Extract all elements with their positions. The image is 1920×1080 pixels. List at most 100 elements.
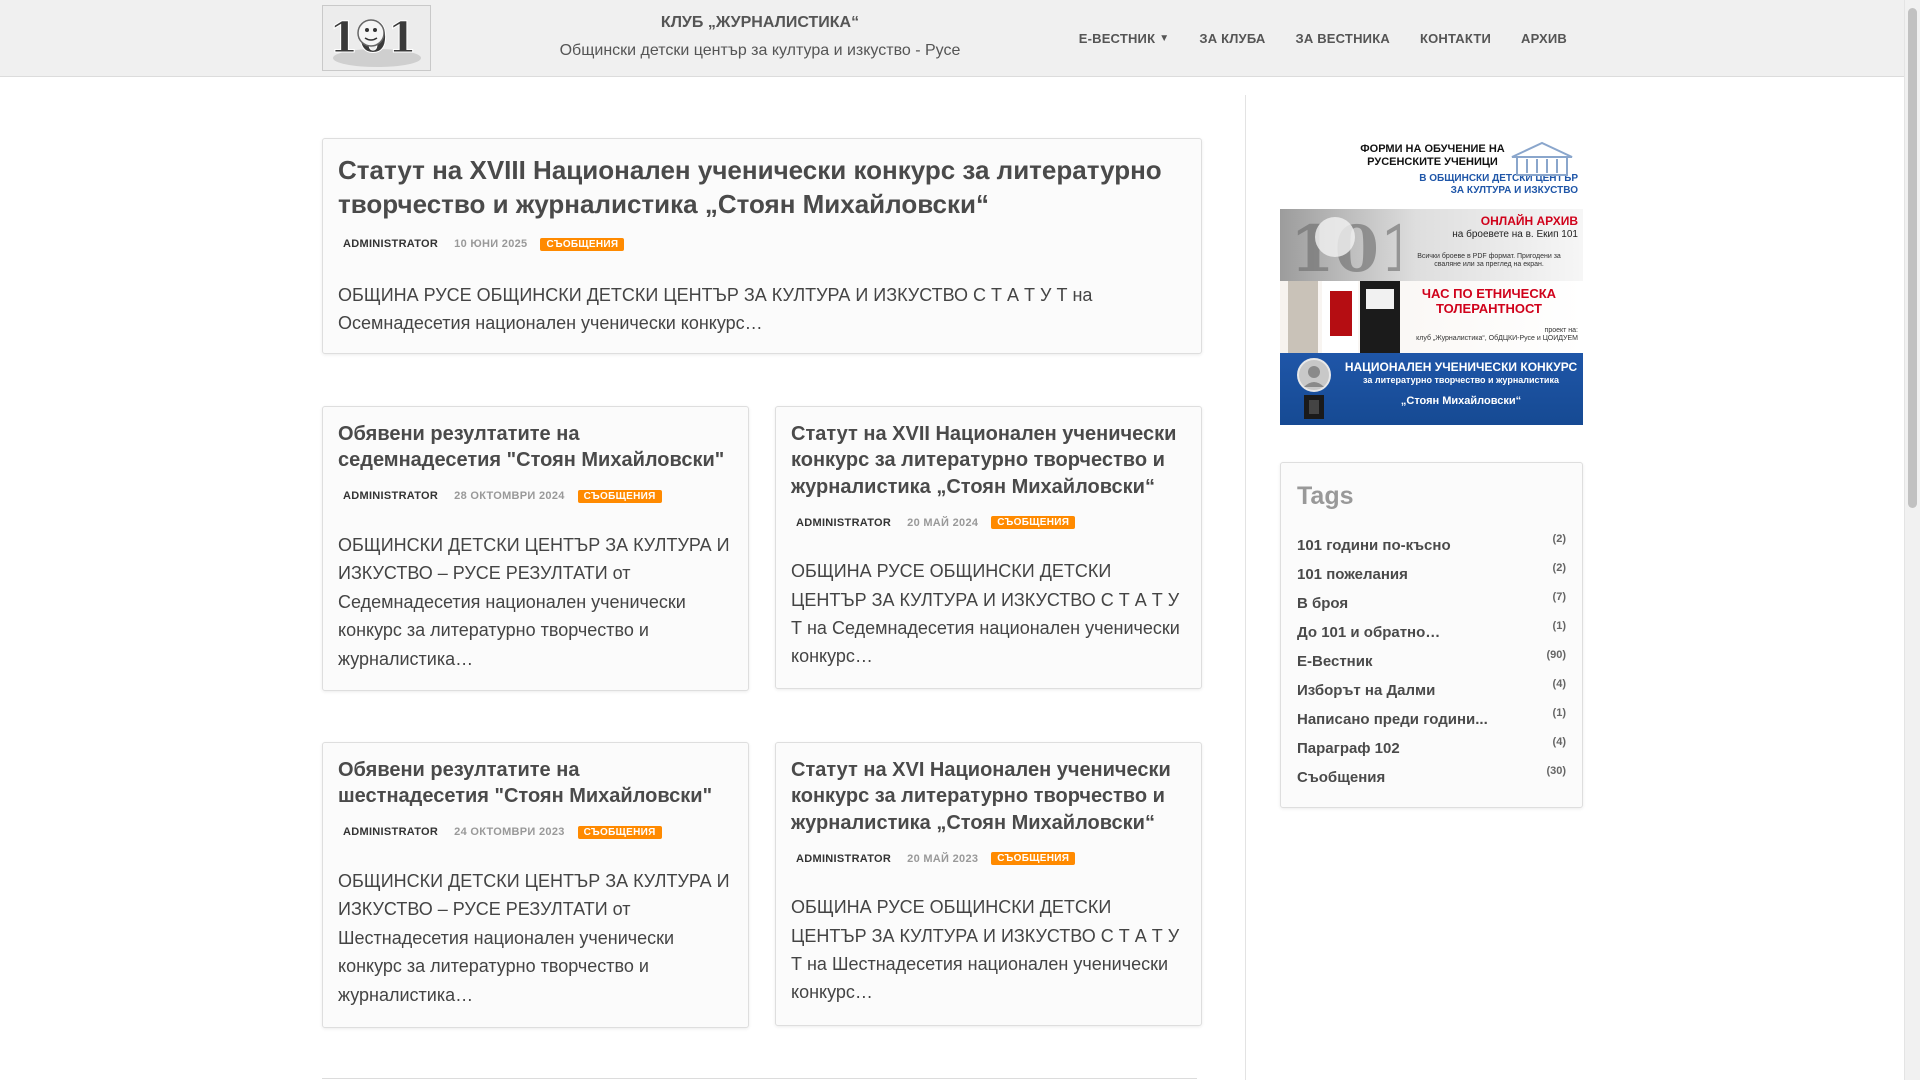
- banner-line: РУСЕНСКИТЕ УЧЕНИЦИ: [1367, 155, 1498, 168]
- banner-line: ЧАС ПО ЕТНИЧЕСКА: [1421, 286, 1557, 301]
- tag-link[interactable]: 101 години по-късно: [1297, 537, 1451, 554]
- tag-link[interactable]: Съобщения: [1297, 769, 1385, 786]
- category-badge[interactable]: СЪОБЩЕНИЯ: [540, 237, 625, 251]
- banner-line: ОНЛАЙН АРХИВ: [1480, 214, 1578, 228]
- category-badge[interactable]: СЪОБЩЕНИЯ: [991, 516, 1076, 530]
- post-date: 24 ОКТОМВРИ 2023: [454, 826, 565, 839]
- category-badge[interactable]: СЪОБЩЕНИЯ: [577, 825, 662, 839]
- tag-link[interactable]: До 101 и обратно…: [1297, 624, 1440, 641]
- post-author[interactable]: ADMINISTRATOR: [343, 490, 438, 502]
- tag-count: (90): [1546, 649, 1566, 661]
- post-card: Обявени резултатите на седемнадесетия "С…: [322, 406, 749, 691]
- banner-line: Всички броеве в PDF формат. Пригодени за: [1417, 253, 1561, 260]
- post-author[interactable]: ADMINISTRATOR: [343, 826, 438, 838]
- tag-row[interactable]: Изборът на Далми (4): [1297, 678, 1566, 711]
- site-header: 101 КЛУБ „ЖУРНАЛИСТИКА“ Общински детски …: [0, 0, 1905, 77]
- tag-row[interactable]: 101 години по-късно (2): [1297, 533, 1566, 566]
- banner-line: „Стоян Михайловски“: [1400, 395, 1522, 408]
- tag-count: (30): [1546, 765, 1566, 777]
- tag-count: (2): [1552, 562, 1566, 574]
- tag-row[interactable]: Съобщения (30): [1297, 765, 1566, 798]
- post-meta: ADMINISTRATOR 28 ОКТОМВРИ 2024 СЪОБЩЕНИЯ: [343, 489, 733, 503]
- nav-item-contacts[interactable]: КОНТАКТИ: [1420, 31, 1491, 46]
- post-date: 20 МАЙ 2023: [907, 852, 979, 865]
- banner-line: сваляне или за преглед на екран.: [1434, 261, 1544, 269]
- banner-line: ЗА КУЛТУРА И ИЗКУСТВО: [1450, 184, 1578, 196]
- post-author[interactable]: ADMINISTRATOR: [796, 517, 891, 529]
- tag-link[interactable]: Изборът на Далми: [1297, 682, 1435, 699]
- nav-item-e-vestnik[interactable]: Е-ВЕСТНИК ▼: [1079, 31, 1170, 46]
- tag-count: (4): [1552, 736, 1566, 748]
- banner-online-archive[interactable]: 101 ОНЛАЙН АРХИВ на броевете на в. Екип …: [1280, 209, 1583, 281]
- banner-line: клуб „Журналистика“, ОбДЦКИ-Русе и ЦОИДУ…: [1416, 335, 1578, 343]
- post-meta: ADMINISTRATOR 24 ОКТОМВРИ 2023 СЪОБЩЕНИЯ: [343, 825, 733, 839]
- site-title[interactable]: КЛУБ „ЖУРНАЛИСТИКА“: [540, 14, 980, 32]
- scrollbar-thumb[interactable]: [1908, 8, 1917, 508]
- banner-line: ТОЛЕРАНТНОСТ: [1436, 300, 1542, 316]
- tag-count: (2): [1552, 533, 1566, 545]
- site-logo[interactable]: 101: [322, 5, 431, 71]
- tag-link[interactable]: Написано преди години...: [1297, 711, 1488, 728]
- nav-item-about-club[interactable]: ЗА КЛУБА: [1199, 31, 1265, 46]
- tags-title: Tags: [1297, 482, 1354, 510]
- tag-row[interactable]: До 101 и обратно… (1): [1297, 620, 1566, 653]
- post-meta: ADMINISTRATOR 20 МАЙ 2024 СЪОБЩЕНИЯ: [796, 516, 1186, 530]
- tag-row[interactable]: Написано преди години... (1): [1297, 707, 1566, 740]
- banner-line: проект на:: [1544, 327, 1578, 334]
- nav-label: Е-ВЕСТНИК: [1078, 30, 1156, 46]
- post-excerpt: ОБЩИНА РУСЕ ОБЩИНСКИ ДЕТСКИ ЦЕНТЪР ЗА КУ…: [791, 897, 1180, 1003]
- post-meta: ADMINISTRATOR 20 МАЙ 2023 СЪОБЩЕНИЯ: [796, 852, 1186, 866]
- banner-ethnic-tolerance[interactable]: ЧАС ПО ЕТНИЧЕСКА ТОЛЕРАНТНОСТ проект на:…: [1280, 281, 1583, 353]
- post-card: Обявени резултатите на шестнадесетия "Ст…: [322, 742, 749, 1028]
- post-date: 20 МАЙ 2024: [907, 516, 979, 529]
- post-title[interactable]: Статут на XVIII Национален ученически ко…: [338, 153, 1186, 222]
- banner-national-contest[interactable]: НАЦИОНАЛЕН УЧЕНИЧЕСКИ КОНКУРС за литерат…: [1280, 353, 1583, 425]
- folk-costume-image: [1288, 281, 1400, 353]
- tag-list: 101 години по-късно (2) 101 пожелания (2) В …: [1297, 533, 1566, 798]
- building-icon: [1511, 141, 1573, 176]
- tag-row[interactable]: 101 пожелания (2): [1297, 562, 1566, 595]
- post-title[interactable]: Обявени резултатите на седемнадесетия "С…: [338, 421, 733, 474]
- tag-row[interactable]: Параграф 102 (4): [1297, 736, 1566, 769]
- post-excerpt: ОБЩИНА РУСЕ ОБЩИНСКИ ДЕТСКИ ЦЕНТЪР ЗА КУ…: [338, 284, 1093, 334]
- tag-count: (4): [1552, 678, 1566, 690]
- category-badge[interactable]: СЪОБЩЕНИЯ: [991, 852, 1076, 866]
- logo-graphic: 101: [323, 6, 430, 70]
- post-title[interactable]: Статут на XVII Национален ученически кон…: [791, 421, 1186, 500]
- content-divider: [322, 1078, 1197, 1079]
- post-date: 28 ОКТОМВРИ 2024: [454, 490, 565, 503]
- vertical-scrollbar[interactable]: [1904, 0, 1920, 1080]
- post-meta: ADMINISTRATOR 10 ЮНИ 2025 СЪОБЩЕНИЯ: [343, 237, 1186, 251]
- post-card: Статут на XVI Национален ученически конк…: [775, 742, 1202, 1026]
- tag-link[interactable]: 101 пожелания: [1297, 566, 1408, 583]
- post-excerpt: ОБЩИНСКИ ДЕТСКИ ЦЕНТЪР ЗА КУЛТУРА И ИЗКУ…: [338, 870, 730, 1005]
- category-badge[interactable]: СЪОБЩЕНИЯ: [577, 489, 662, 503]
- tag-row[interactable]: Е-Вестник (90): [1297, 649, 1566, 682]
- banner-education-forms[interactable]: ФОРМИ НА ОБУЧЕНИЕ НА РУСЕНСКИТЕ УЧЕНИЦИ …: [1280, 137, 1583, 209]
- tag-row[interactable]: В броя (7): [1297, 591, 1566, 624]
- site-subtitle: Общински детски център за култура и изку…: [559, 42, 961, 59]
- post-author[interactable]: ADMINISTRATOR: [796, 853, 891, 865]
- tag-link[interactable]: Параграф 102: [1297, 740, 1400, 757]
- post-excerpt: ОБЩИНСКИ ДЕТСКИ ЦЕНТЪР ЗА КУЛТУРА И ИЗКУ…: [338, 534, 730, 669]
- post-title[interactable]: Обявени резултатите на шестнадесетия "Ст…: [338, 757, 733, 810]
- post-author[interactable]: ADMINISTRATOR: [343, 238, 438, 250]
- banner-line: НАЦИОНАЛЕН УЧЕНИЧЕСКИ КОНКУРС: [1344, 360, 1578, 374]
- banner-line: за литературно творчество и журналистика: [1363, 374, 1559, 385]
- tag-link[interactable]: Е-Вестник: [1297, 653, 1372, 670]
- banner-line: ФОРМИ НА ОБУЧЕНИЕ НА: [1360, 143, 1505, 155]
- post-excerpt: ОБЩИНА РУСЕ ОБЩИНСКИ ДЕТСКИ ЦЕНТЪР ЗА КУ…: [791, 561, 1180, 667]
- sidebar-banners: ФОРМИ НА ОБУЧЕНИЕ НА РУСЕНСКИТЕ УЧЕНИЦИ …: [1280, 137, 1583, 425]
- tag-link[interactable]: В броя: [1297, 595, 1348, 612]
- banner-line: на броевете на в. Екип 101: [1452, 228, 1578, 240]
- tag-count: (1): [1552, 707, 1566, 719]
- tag-count: (1): [1552, 620, 1566, 632]
- post-date: 10 ЮНИ 2025: [454, 238, 528, 251]
- post-title[interactable]: Статут на XVI Национален ученически конк…: [791, 757, 1186, 836]
- nav-item-about-newspaper[interactable]: ЗА ВЕСТНИКА: [1295, 31, 1389, 46]
- nav-item-archive[interactable]: АРХИВ: [1521, 31, 1567, 46]
- tag-count: (7): [1552, 591, 1566, 603]
- main-nav: Е-ВЕСТНИК ▼ ЗА КЛУБА ЗА ВЕСТНИКА КОНТАКТ…: [1049, 0, 1567, 76]
- column-divider: [1245, 95, 1246, 1080]
- archive-logo-icon: 101: [1290, 212, 1400, 281]
